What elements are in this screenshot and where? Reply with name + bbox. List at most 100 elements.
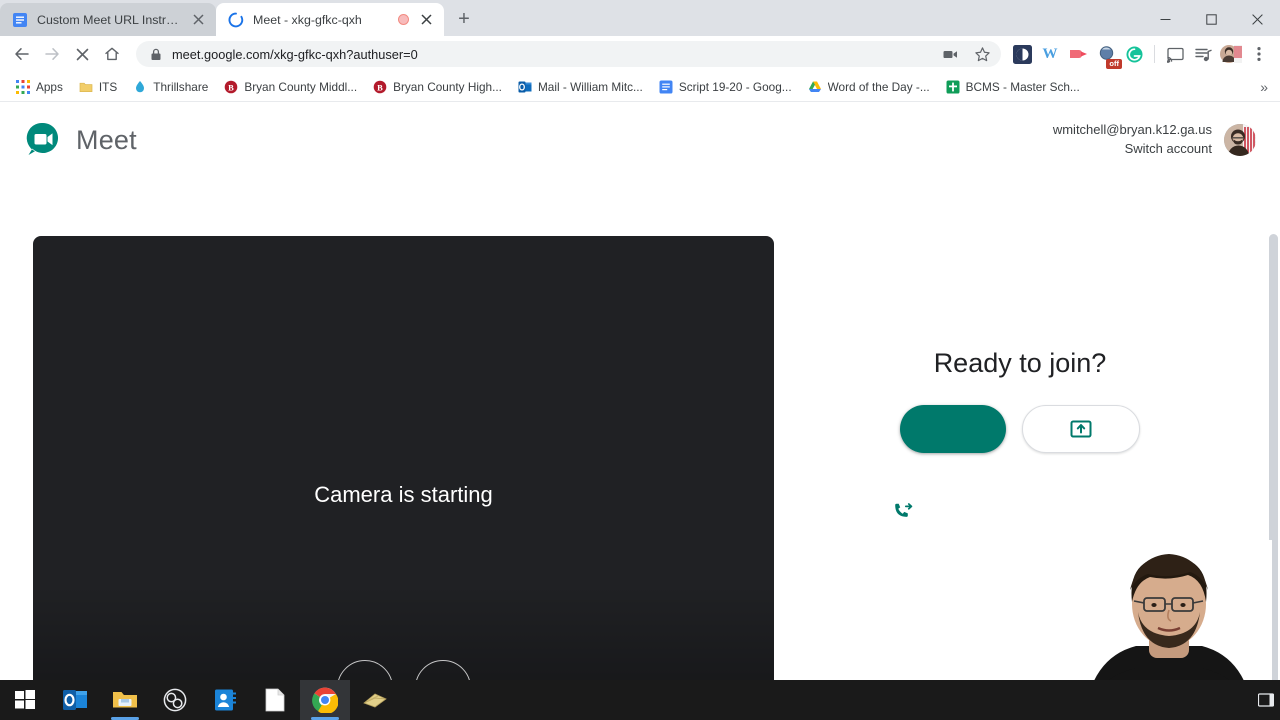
window-close-button[interactable]	[1234, 3, 1280, 36]
account-email: wmitchell@bryan.k12.ga.us	[1052, 122, 1212, 138]
chrome-menu-icon[interactable]	[1246, 41, 1272, 67]
notes-taskbar-button[interactable]	[350, 680, 400, 720]
window-controls	[1142, 3, 1280, 36]
file-explorer-taskbar-button[interactable]	[100, 680, 150, 720]
outlook-icon	[518, 80, 532, 94]
media-playlist-icon[interactable]	[1190, 41, 1216, 67]
browser-toolbar: meet.google.com/xkg-gfkc-qxh?authuser=0 …	[0, 36, 1280, 72]
bookmark-its[interactable]: ITS	[71, 77, 125, 97]
browser-tab-0[interactable]: Custom Meet URL Instructions - ...	[0, 3, 216, 36]
adblock-extension[interactable]: off	[1093, 41, 1122, 69]
toolbar-divider	[1154, 45, 1155, 63]
meet-header: Meet wmitchell@bryan.k12.ga.us Switch ac…	[0, 103, 1280, 177]
sheets-icon	[946, 80, 960, 94]
bookmark-bcms-master-schedule[interactable]: BCMS - Master Sch...	[938, 77, 1088, 97]
adblock-badge: off	[1106, 58, 1122, 69]
spinner-icon	[228, 12, 244, 28]
bookmark-label: Bryan County Middl...	[244, 79, 358, 94]
screencastify-extension[interactable]	[1065, 41, 1091, 67]
outlook-taskbar-button[interactable]	[50, 680, 100, 720]
thrillshare-icon	[133, 80, 147, 94]
camera-status-message: Camera is starting	[314, 482, 493, 507]
system-tray[interactable]	[1258, 692, 1280, 708]
bookmark-script-19-20[interactable]: Script 19-20 - Goog...	[651, 77, 800, 97]
tab-close-icon[interactable]	[190, 12, 206, 28]
bookmark-bryan-county-middle[interactable]: B Bryan County Middl...	[216, 77, 365, 97]
window-maximize-button[interactable]	[1188, 3, 1234, 36]
new-tab-button[interactable]: +	[450, 5, 478, 33]
apps-grid-icon	[16, 79, 30, 94]
chrome-taskbar-button[interactable]	[300, 680, 350, 720]
notes-icon	[362, 690, 388, 710]
present-button[interactable]	[1022, 405, 1140, 453]
address-bar[interactable]: meet.google.com/xkg-gfkc-qxh?authuser=0	[136, 41, 1001, 67]
chrome-icon	[312, 687, 338, 713]
address-bar-url: meet.google.com/xkg-gfkc-qxh?authuser=0	[172, 46, 418, 62]
window-minimize-button[interactable]	[1142, 3, 1188, 36]
preview-controls	[33, 660, 774, 680]
camera-preview: Camera is starting	[33, 236, 774, 680]
tab-close-icon[interactable]	[418, 12, 434, 28]
bookmarks-bar: Apps ITS Thrillshare B Bryan County Midd…	[0, 72, 1280, 102]
camera-blocked-icon[interactable]	[939, 41, 961, 67]
join-by-phone-row[interactable]	[820, 501, 914, 523]
browser-tab-strip: Custom Meet URL Instructions - ... Meet …	[0, 0, 1280, 36]
grammarly-extension[interactable]	[1121, 41, 1147, 67]
bookmark-label: Apps	[36, 79, 63, 94]
docs-icon	[12, 12, 28, 28]
meet-brand[interactable]: Meet	[24, 121, 137, 159]
back-button[interactable]	[8, 40, 36, 68]
camera-toggle-button[interactable]	[414, 660, 471, 680]
user-avatar-icon[interactable]	[1224, 124, 1256, 156]
bookmark-bryan-county-high[interactable]: B Bryan County High...	[365, 77, 510, 97]
document-icon	[265, 688, 285, 712]
obs-icon	[163, 688, 187, 712]
meet-wordmark: Meet	[76, 124, 137, 155]
pocket-extension[interactable]	[1009, 41, 1035, 67]
bookmark-apps[interactable]: Apps	[8, 77, 71, 97]
bookmark-word-of-the-day[interactable]: Word of the Day -...	[800, 77, 938, 97]
bryan-b-icon: B	[373, 80, 387, 94]
bookmark-label: Thrillshare	[153, 79, 209, 94]
document-taskbar-button[interactable]	[250, 680, 300, 720]
docs-icon	[659, 80, 673, 94]
bookmarks-overflow-button[interactable]: »	[1260, 79, 1272, 95]
folder-icon	[112, 689, 138, 711]
obs-taskbar-button[interactable]	[150, 680, 200, 720]
join-now-button[interactable]	[900, 405, 1006, 453]
screen: Custom Meet URL Instructions - ... Meet …	[0, 0, 1280, 720]
account-block[interactable]: wmitchell@bryan.k12.ga.us Switch account	[1053, 121, 1256, 159]
meet-logo-icon	[24, 121, 62, 159]
svg-text:B: B	[377, 82, 383, 92]
bookmark-label: Mail - William Mitc...	[537, 79, 643, 94]
drive-icon	[808, 80, 822, 94]
browser-tab-1[interactable]: Meet - xkg-gfkc-qxh	[216, 3, 444, 36]
bookmark-label: ITS	[98, 79, 118, 94]
join-actions-row	[900, 405, 1140, 453]
stop-loading-button[interactable]	[68, 40, 96, 68]
profile-avatar-icon[interactable]	[1218, 41, 1244, 67]
phone-join-icon	[892, 501, 914, 523]
wikiwand-extension[interactable]: W	[1037, 41, 1063, 67]
forward-button[interactable]	[38, 40, 66, 68]
bookmark-mail-william[interactable]: Mail - William Mitc...	[510, 77, 651, 97]
browser-tab-title: Custom Meet URL Instructions - ...	[37, 12, 181, 27]
bookmark-label: BCMS - Master Sch...	[965, 79, 1080, 94]
present-screen-icon	[1068, 418, 1094, 440]
browser-tab-title: Meet - xkg-gfkc-qxh	[253, 12, 362, 27]
bookmark-thrillshare[interactable]: Thrillshare	[125, 77, 216, 97]
bookmark-star-icon[interactable]	[971, 41, 993, 67]
tray-panel-icon[interactable]	[1258, 692, 1274, 708]
contacts-taskbar-button[interactable]	[200, 680, 250, 720]
switch-account-link[interactable]: Switch account	[1053, 140, 1212, 159]
account-text: wmitchell@bryan.k12.ga.us Switch account	[1053, 121, 1212, 159]
svg-text:B: B	[228, 82, 234, 92]
bryan-b-icon: B	[224, 80, 238, 94]
bookmark-label: Bryan County High...	[393, 79, 502, 94]
join-panel: Ready to join?	[820, 348, 1220, 523]
cast-icon[interactable]	[1162, 41, 1188, 67]
contacts-icon	[213, 688, 237, 712]
home-button[interactable]	[98, 40, 126, 68]
mic-toggle-button[interactable]	[336, 660, 393, 680]
start-button[interactable]	[0, 680, 50, 720]
